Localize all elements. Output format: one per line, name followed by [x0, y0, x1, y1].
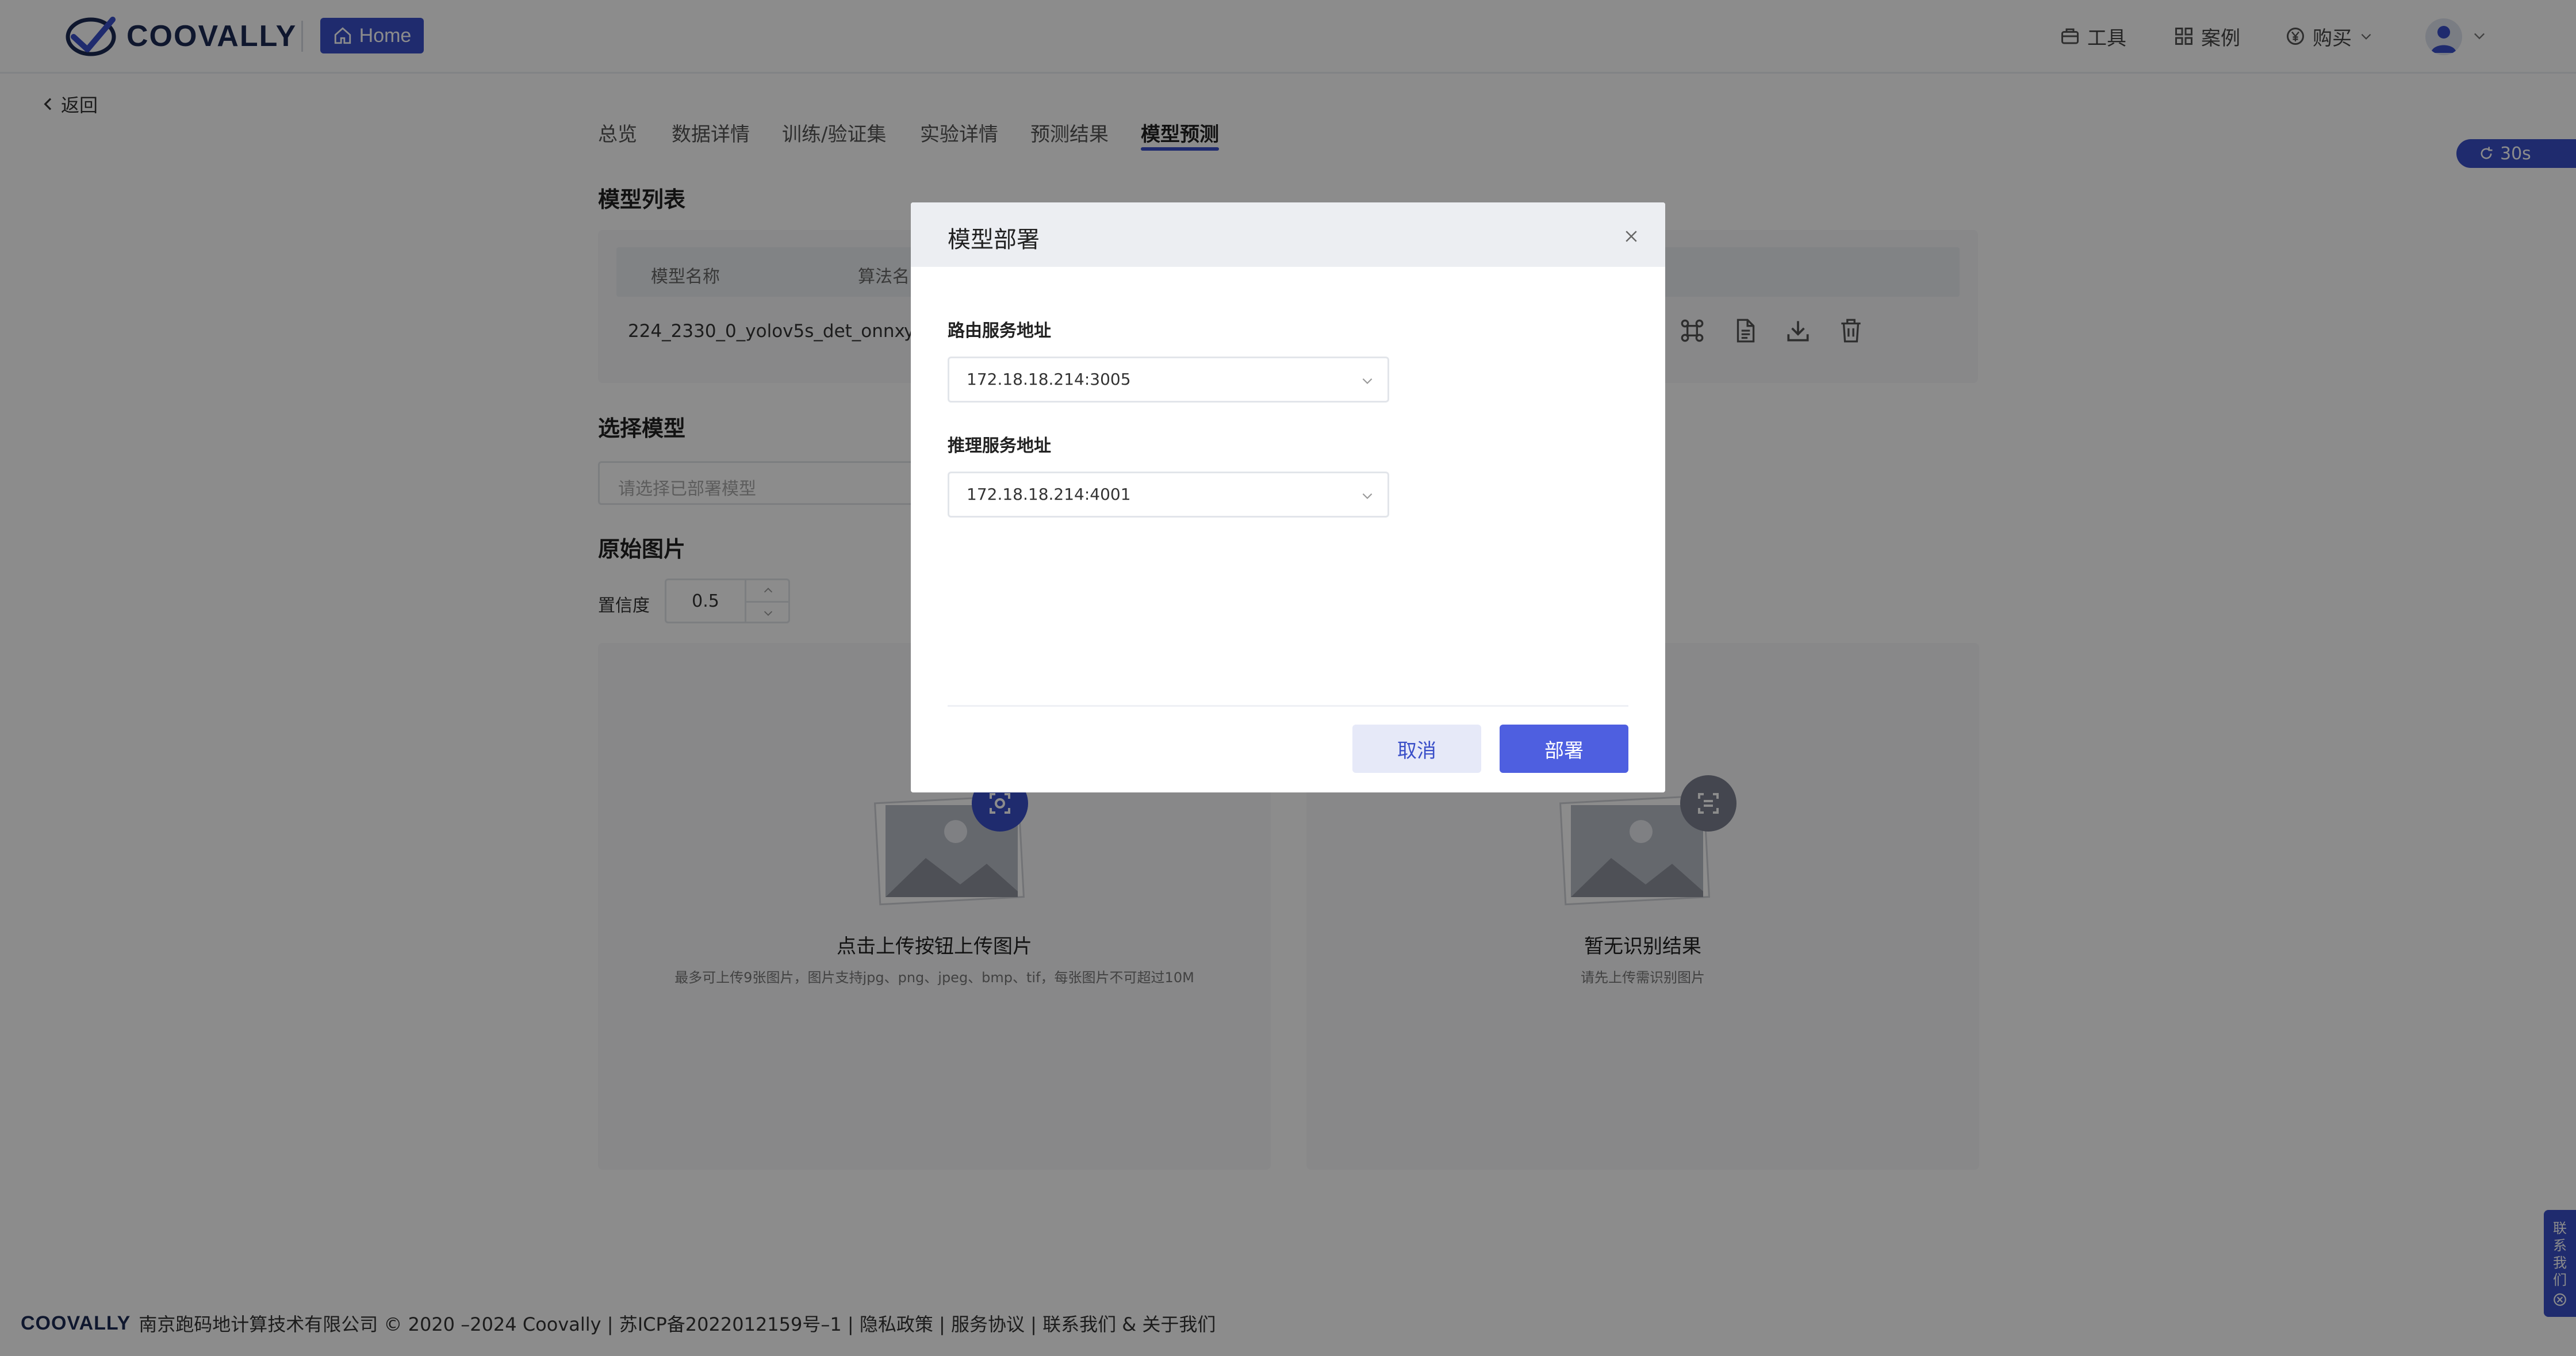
- inference-service-select[interactable]: 172.18.18.214:4001: [948, 472, 1389, 518]
- modal-divider: [948, 705, 1628, 707]
- route-service-label: 路由服务地址: [948, 321, 1051, 341]
- inference-service-value: 172.18.18.214:4001: [967, 485, 1131, 504]
- inference-service-label: 推理服务地址: [948, 436, 1051, 456]
- chevron-down-icon: [1362, 378, 1373, 384]
- chevron-down-icon: [1362, 493, 1373, 499]
- page: COOVALLY Home 工具 案例 购买 返回 总览 数据详情 训练/验证集…: [0, 0, 2576, 1356]
- modal-title: 模型部署: [948, 227, 1040, 253]
- route-service-value: 172.18.18.214:3005: [967, 370, 1131, 389]
- deploy-modal: 模型部署 路由服务地址 172.18.18.214:3005 推理服务地址 17…: [911, 202, 1665, 792]
- deploy-button[interactable]: 部署: [1500, 725, 1628, 773]
- cancel-button[interactable]: 取消: [1352, 725, 1481, 773]
- modal-header: 模型部署: [911, 202, 1665, 267]
- route-service-select[interactable]: 172.18.18.214:3005: [948, 357, 1389, 403]
- close-icon[interactable]: [1623, 228, 1640, 245]
